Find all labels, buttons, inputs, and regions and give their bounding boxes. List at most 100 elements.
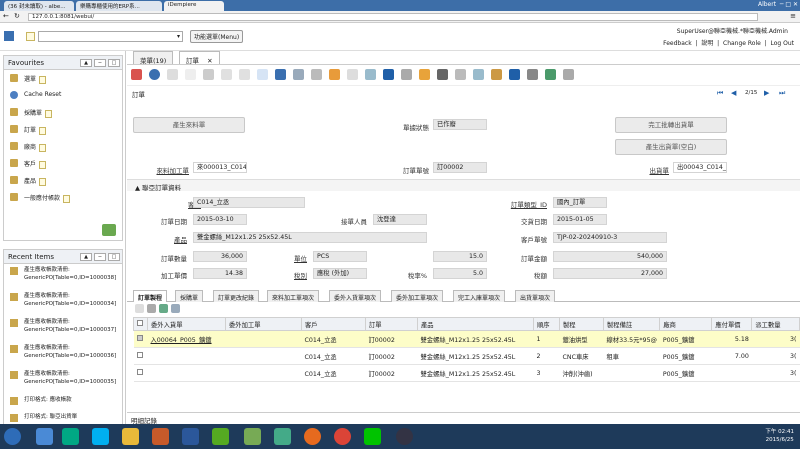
- grid-cell[interactable]: [225, 347, 302, 365]
- grid-cell[interactable]: P005_鑛鍍: [659, 347, 712, 365]
- save-icon[interactable]: [203, 69, 214, 80]
- tab-completion-lines[interactable]: 完工入庫單項次: [453, 290, 506, 302]
- fav-item-menu[interactable]: 選單: [4, 70, 122, 87]
- chrome-icon[interactable]: [334, 428, 351, 445]
- grid-cell[interactable]: 2: [533, 347, 560, 365]
- grid-cell[interactable]: [147, 364, 226, 382]
- menu-icon[interactable]: ≡: [790, 12, 796, 20]
- menu-button[interactable]: 功能選單(Menu): [190, 30, 244, 43]
- browser-tab[interactable]: (36 封未讀取) - albe...: [4, 1, 74, 11]
- table-row[interactable]: C014_立丞 訂00002 雙金螺絲_M12x1.25 25x52.45L 3…: [133, 364, 800, 382]
- new-line-icon[interactable]: [135, 304, 144, 313]
- minimize-icon[interactable]: ▲: [80, 253, 92, 261]
- maximize-icon[interactable]: □: [108, 253, 120, 261]
- order-no-field[interactable]: 訂00002: [433, 162, 487, 173]
- detail-record-bar[interactable]: 明細記錄: [127, 412, 800, 425]
- grid-cell[interactable]: 線材33.5元*95@: [603, 330, 660, 348]
- grid-cell[interactable]: CNC車床: [559, 347, 604, 365]
- fav-item-purchase-order[interactable]: 採購單: [4, 104, 122, 121]
- tax-rate-field[interactable]: 5.0: [433, 268, 487, 279]
- app-icon[interactable]: [152, 428, 169, 445]
- archive-icon[interactable]: [437, 69, 448, 80]
- product-info-icon[interactable]: [527, 69, 538, 80]
- active-workflows-icon[interactable]: [491, 69, 502, 80]
- fav-item-ap-invoice[interactable]: 一般應付帳款: [4, 189, 122, 206]
- grid-cell[interactable]: 雙金螺絲_M12x1.25 25x52.45L: [417, 364, 534, 382]
- grid-cell[interactable]: 雙金螺絲_M12x1.25 25x52.45L: [417, 347, 534, 365]
- proc-price-field[interactable]: 14.38: [193, 268, 247, 279]
- system-clock[interactable]: 下午 02:41 2015/6/25: [765, 428, 794, 444]
- grid-cell[interactable]: C014_立丞: [301, 330, 366, 348]
- grid-cell[interactable]: 訂00002: [365, 347, 418, 365]
- uom-label[interactable]: 單位: [287, 253, 307, 263]
- fav-item-product[interactable]: 產品: [4, 172, 122, 189]
- column-header[interactable]: 產品: [417, 317, 534, 331]
- recent-item[interactable]: 產生應收帳款清冊: GenericPO[Table=0,ID=1000034]: [4, 290, 122, 316]
- grid-cell[interactable]: 訂00002: [365, 330, 418, 348]
- ignore-icon[interactable]: [131, 69, 142, 80]
- minimize-panel-icon[interactable]: −: [94, 59, 106, 67]
- fav-item-vendor[interactable]: 廠商: [4, 138, 122, 155]
- material-processing-field[interactable]: 來000013_C014_: [193, 162, 247, 173]
- grid-cell[interactable]: 沖削(沖齒): [559, 364, 604, 382]
- minimize-icon[interactable]: ▲: [80, 59, 92, 67]
- material-processing-label[interactable]: 來料加工單: [137, 165, 190, 175]
- save-line-icon[interactable]: [147, 304, 156, 313]
- grid-toggle-icon[interactable]: [347, 69, 358, 80]
- select-all-checkbox[interactable]: [133, 317, 148, 331]
- browser-tab[interactable]: 樂購專櫃使用的ERP系...: [76, 1, 162, 11]
- requests-icon[interactable]: [509, 69, 520, 80]
- grid-cell[interactable]: 鍍油烘型: [559, 330, 604, 348]
- change-role-link[interactable]: Change Role: [723, 40, 761, 47]
- print-icon[interactable]: [455, 69, 466, 80]
- delete-selection-icon[interactable]: [239, 69, 250, 80]
- row-checkbox[interactable]: [133, 347, 148, 365]
- delivery-date-field[interactable]: 2015-01-05: [553, 214, 607, 225]
- tab-outsource-process-lines[interactable]: 委外加工單項次: [391, 290, 444, 302]
- app-icon[interactable]: [274, 428, 291, 445]
- first-record-icon[interactable]: ⏮: [717, 89, 723, 98]
- zoom-across-icon[interactable]: [473, 69, 484, 80]
- find-icon[interactable]: [293, 69, 304, 80]
- column-header[interactable]: 製程備註: [602, 317, 661, 331]
- column-header[interactable]: 委外入貨單: [147, 317, 226, 331]
- tax-field[interactable]: 應稅 (外加): [313, 268, 367, 279]
- reload-icon[interactable]: ↻: [14, 12, 20, 20]
- complete-to-shipment-button[interactable]: 完工批轉出貨單: [615, 117, 727, 133]
- folder-icon[interactable]: [122, 428, 139, 445]
- logout-link[interactable]: Log Out: [770, 40, 794, 47]
- previous-record-icon[interactable]: ◀: [731, 89, 736, 97]
- grid-cell[interactable]: [147, 347, 226, 365]
- tab-order-process[interactable]: 訂單製程: [133, 290, 168, 302]
- grid-cell[interactable]: 租車: [603, 347, 660, 365]
- recent-item[interactable]: 產生應收帳款清冊: GenericPO[Table=0,ID=1000035]: [4, 368, 122, 394]
- tab-shipment-lines[interactable]: 出貨單項次: [515, 290, 556, 302]
- tab-purchase-order[interactable]: 採購單: [175, 290, 204, 302]
- shipment-field[interactable]: 出00043_C014_: [673, 162, 727, 173]
- next-record-icon[interactable]: ▶: [764, 89, 769, 97]
- tax-label[interactable]: 稅別: [287, 270, 307, 280]
- generate-shipment-button[interactable]: 產生出貨單(空白): [615, 139, 727, 155]
- copy-icon[interactable]: [185, 69, 196, 80]
- search-combobox[interactable]: ▾: [38, 31, 183, 42]
- grid-cell[interactable]: P005_鑛鍍: [659, 364, 712, 382]
- feedback-link[interactable]: Feedback: [663, 40, 692, 47]
- help-icon[interactable]: [149, 69, 160, 80]
- customer-field[interactable]: C014_立丞: [193, 197, 305, 208]
- grid-cell[interactable]: [603, 364, 660, 382]
- recent-item[interactable]: 產生應收帳款清冊: GenericPO[Table=0,ID=1000038]: [4, 264, 122, 290]
- trash-icon[interactable]: [102, 224, 116, 236]
- window-controls[interactable]: Albert ─ □ ✕: [758, 1, 798, 8]
- row-checkbox[interactable]: [133, 364, 148, 382]
- product-field[interactable]: 雙金螺絲_M12x1.25 25x52.45L: [193, 232, 427, 243]
- price-field[interactable]: 15.0: [433, 251, 487, 262]
- column-header[interactable]: 派工數量: [751, 317, 800, 331]
- start-icon[interactable]: [4, 428, 21, 445]
- report-icon[interactable]: [419, 69, 430, 80]
- grid-cell[interactable]: 3(: [751, 347, 800, 365]
- browser-tab-active[interactable]: iDempiere: [164, 1, 224, 11]
- grid-cell[interactable]: P005_鑛鍍: [659, 330, 712, 348]
- firefox-icon[interactable]: [304, 428, 321, 445]
- grid-cell[interactable]: 3(: [751, 330, 800, 348]
- tab-outsource-receipt-lines[interactable]: 委外入貨單項次: [329, 290, 382, 302]
